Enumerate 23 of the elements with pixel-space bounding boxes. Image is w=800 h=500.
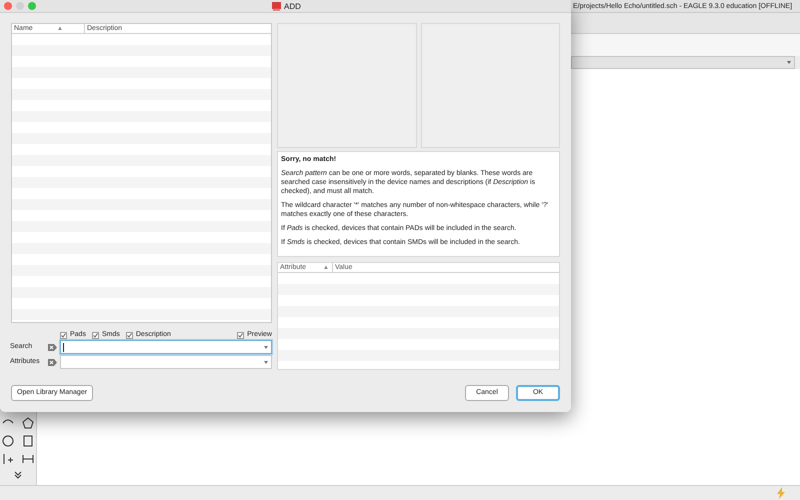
pentagon-icon <box>22 417 34 429</box>
checkbox[interactable] <box>60 332 67 338</box>
rectangle-icon <box>22 435 34 447</box>
add-icon <box>272 2 281 11</box>
lightning-icon <box>776 487 786 499</box>
clear-icon[interactable] <box>48 358 57 366</box>
caret-icon <box>264 360 268 364</box>
caret-icon <box>787 61 791 64</box>
caret-icon <box>264 346 268 348</box>
attributes-field[interactable] <box>60 355 272 369</box>
dialog-title: ADD <box>284 0 301 12</box>
search-field[interactable] <box>60 340 272 354</box>
double-chevron-icon <box>14 471 22 479</box>
circle-icon <box>2 435 14 447</box>
checkbox[interactable] <box>126 332 133 338</box>
text-cursor <box>63 342 64 352</box>
arc-icon <box>2 417 14 425</box>
close-button[interactable] <box>4 2 12 10</box>
checkbox[interactable] <box>237 332 244 338</box>
origin-icon <box>2 453 14 465</box>
dimension-icon <box>22 453 34 465</box>
checkbox[interactable] <box>92 332 99 338</box>
clear-icon[interactable] <box>48 344 57 350</box>
